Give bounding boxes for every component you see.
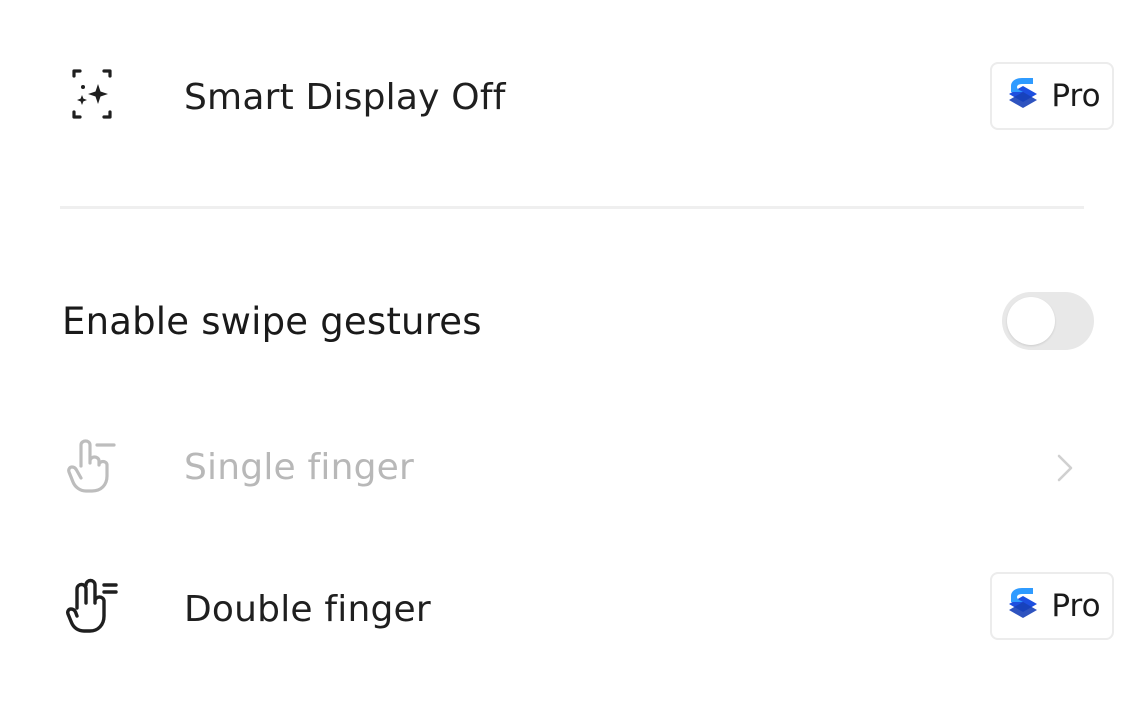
double-finger-row[interactable]: Double finger Pro (0, 570, 1146, 650)
pro-logo-icon (1003, 584, 1043, 628)
pro-badge[interactable]: Pro (990, 572, 1114, 640)
swipe-gestures-toggle[interactable] (1002, 292, 1094, 350)
single-finger-icon (64, 438, 120, 494)
pro-badge[interactable]: Pro (990, 62, 1114, 130)
pro-badge-label: Pro (1051, 78, 1101, 114)
double-finger-label: Double finger (184, 589, 431, 630)
single-finger-row[interactable]: Single finger (0, 432, 1146, 504)
section-divider (60, 206, 1084, 209)
swipe-gestures-row[interactable]: Enable swipe gestures (0, 290, 1146, 354)
pro-logo-icon (1003, 74, 1043, 118)
double-finger-icon (64, 578, 120, 634)
smart-display-label: Smart Display Off (184, 77, 506, 118)
chevron-right-icon (1054, 451, 1076, 485)
smart-display-row[interactable]: Smart Display Off Pro (0, 56, 1146, 140)
toggle-knob (1007, 297, 1055, 345)
smart-display-sparkle-icon (64, 66, 120, 122)
swipe-gestures-label: Enable swipe gestures (62, 300, 482, 343)
single-finger-label: Single finger (184, 447, 415, 488)
pro-badge-label: Pro (1051, 588, 1101, 624)
